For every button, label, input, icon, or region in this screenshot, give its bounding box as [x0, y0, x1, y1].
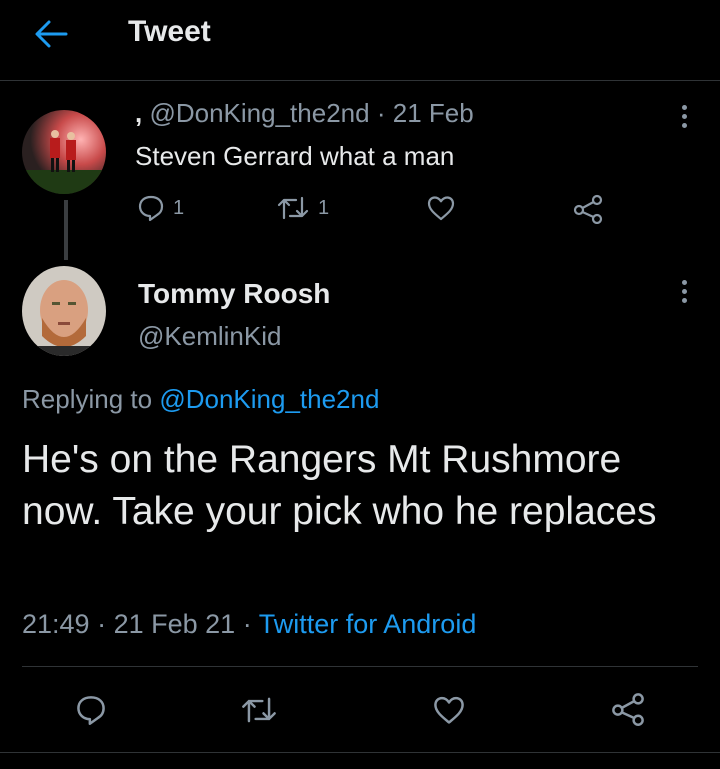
heart-icon	[427, 196, 455, 221]
retweet-button[interactable]	[240, 694, 278, 726]
like-button[interactable]	[432, 694, 466, 726]
avatar-photo-icon	[22, 266, 106, 356]
tweet-source-link[interactable]: Twitter for Android	[259, 609, 477, 639]
share-icon	[573, 194, 603, 224]
share-icon	[612, 693, 644, 726]
like-button[interactable]	[426, 194, 456, 222]
user-handle[interactable]: @KemlinKid	[138, 321, 281, 352]
avatar[interactable]	[22, 110, 106, 194]
reply-icon	[138, 195, 164, 222]
replying-to: Replying to @DonKing_the2nd	[22, 384, 379, 415]
dot-separator: ·	[97, 609, 107, 639]
page-title: Tweet	[128, 15, 211, 48]
avatar-photo-icon	[22, 110, 106, 194]
more-options-button[interactable]	[680, 105, 688, 133]
retweet-icon	[277, 196, 309, 220]
more-dots-icon	[681, 105, 687, 110]
top-bar: Tweet	[0, 0, 720, 81]
divider	[22, 666, 698, 667]
display-name[interactable]: Tommy Roosh	[138, 278, 330, 310]
retweet-icon	[242, 697, 276, 723]
dot-separator: ·	[242, 609, 252, 639]
retweet-button[interactable]: 1	[276, 194, 329, 222]
divider	[0, 752, 720, 753]
replying-to-handle-link[interactable]: @DonKing_the2nd	[159, 384, 379, 414]
reply-button[interactable]	[75, 694, 107, 726]
parent-display-name[interactable]: ,	[135, 98, 142, 128]
avatar[interactable]	[22, 266, 106, 356]
tweet-meta: 21:49 · 21 Feb 21 · Twitter for Android	[22, 609, 476, 640]
reply-count: 1	[173, 196, 185, 219]
thread-line	[64, 200, 68, 260]
reply-button[interactable]: 1	[137, 194, 184, 222]
reply-icon	[77, 696, 105, 725]
parent-tweet-header: , @DonKing_the2nd · 21 Feb	[135, 98, 474, 129]
back-button[interactable]	[34, 19, 68, 49]
tweet-date: 21 Feb 21	[113, 609, 236, 639]
share-button[interactable]	[610, 692, 646, 726]
tweet-time: 21:49	[22, 609, 90, 639]
heart-icon	[434, 696, 464, 724]
arrow-left-icon	[35, 20, 68, 48]
dot-separator: ·	[376, 98, 386, 128]
share-button[interactable]	[572, 194, 604, 224]
retweet-count: 1	[318, 196, 330, 219]
more-options-button[interactable]	[680, 280, 688, 308]
parent-tweet-text[interactable]: Steven Gerrard what a man	[135, 141, 454, 172]
tweet-text: He's on the Rangers Mt Rushmore now. Tak…	[22, 438, 657, 533]
parent-handle[interactable]: @DonKing_the2nd	[149, 98, 369, 128]
replying-to-label: Replying to	[22, 384, 153, 414]
more-dots-icon	[681, 280, 687, 285]
parent-date[interactable]: 21 Feb	[393, 98, 474, 128]
